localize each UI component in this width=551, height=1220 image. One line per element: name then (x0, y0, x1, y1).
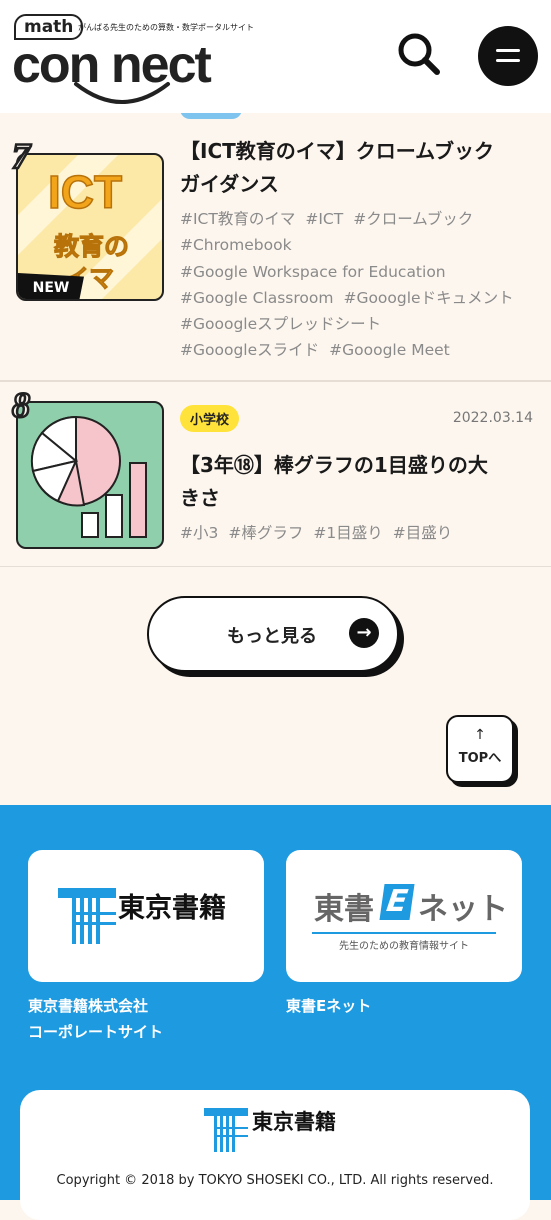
tag[interactable]: #Gooogleドキュメント (343, 289, 513, 307)
link-label-line: 東京書籍株式会社 (28, 997, 149, 1015)
title-line: きさ (180, 486, 220, 510)
article-title[interactable]: 【3年⑱】棒グラフの1目盛りの大 きさ (180, 449, 535, 515)
tag[interactable]: #Google Workspace for Education (180, 263, 446, 281)
tosho-enet-link[interactable]: 東書Eネット (286, 993, 371, 1019)
tag[interactable]: #目盛り (393, 524, 453, 542)
tag[interactable]: #Gooogleスライド (180, 341, 319, 359)
article-title[interactable]: 【ICT教育のイマ】クロームブック ガイダンス (180, 135, 535, 201)
site-header: math がんばる先生のための算数・数学ポータルサイト con nect (0, 0, 551, 113)
tokyo-shoseki-logo-icon (204, 1108, 248, 1152)
back-to-top-button[interactable]: ↑ TOPへ (446, 715, 514, 783)
tag[interactable]: #Gooogle Meet (329, 341, 450, 359)
arrow-up-icon: ↑ (474, 727, 486, 743)
more-button[interactable]: もっと見る → (147, 596, 399, 672)
rank-number: 8 (11, 384, 32, 427)
search-button[interactable] (395, 30, 443, 78)
enet-logo-text-b: ネット (418, 892, 508, 927)
thumb-text-kyoiku: 教育の (53, 232, 130, 262)
tag-list: #小3 #棒グラフ #1目盛り #目盛り (180, 520, 540, 546)
article-thumbnail (16, 401, 164, 549)
site-logo[interactable]: math がんばる先生のための算数・数学ポータルサイト con nect (12, 10, 262, 104)
menu-line-icon (496, 49, 520, 52)
tag-list: #ICT教育のイマ #ICT #クロームブック #Chromebook #Googl… (180, 206, 540, 364)
search-icon (398, 33, 440, 75)
enet-logo-e: E (379, 884, 415, 920)
article-item[interactable]: 8 小学校 2022.03.14 【3年⑱】棒グラフの1目盛りの大 きさ #小3… (0, 381, 551, 567)
tag[interactable]: #ICT教育のイマ (180, 210, 295, 228)
tag[interactable]: #Google Classroom (180, 289, 333, 307)
tokyo-shoseki-logo-text: 東京書籍 (118, 893, 226, 924)
title-line: ガイダンス (180, 172, 279, 196)
post-date: 2022.03.14 (452, 410, 533, 426)
copyright-card: 東京書籍 Copyright © 2018 by TOKYO SHOSEKI C… (20, 1090, 530, 1220)
grade-badge[interactable]: 小学校 (180, 405, 240, 432)
article-thumbnail: ICT 教育の イマ NEW (16, 153, 164, 301)
copyright-text: Copyright © 2018 by TOKYO SHOSEKI CO., L… (56, 1173, 494, 1188)
title-line: 【3年⑱】棒グラフの1目盛りの大 (180, 453, 488, 477)
tag[interactable]: #ICT (305, 210, 343, 228)
arrow-right-icon: → (349, 618, 379, 648)
bottom-logo-text: 東京書籍 (252, 1110, 336, 1134)
article-item[interactable]: ICT 教育の イマ NEW 7 【ICT教育のイマ】クロームブック ガイダンス… (0, 105, 551, 381)
enet-logo-subtitle: 先生のための教育情報サイト (312, 932, 496, 952)
menu-line-icon (496, 59, 520, 62)
rank-number: 7 (11, 135, 32, 178)
logo-tagline: がんばる先生のための算数・数学ポータルサイト (78, 23, 254, 32)
tag[interactable]: #クロームブック (353, 210, 473, 228)
menu-button[interactable] (478, 26, 538, 86)
thumb-text-ict: ICT (47, 165, 123, 219)
title-line: 【ICT教育のイマ】クロームブック (180, 139, 494, 163)
pie-bar-graph-illustration (30, 415, 147, 538)
enet-logo-text-a: 東書 (314, 892, 374, 927)
tokyo-shoseki-logo-icon (58, 888, 116, 944)
new-badge: NEW (18, 273, 84, 299)
back-to-top-label: TOPへ (458, 751, 502, 766)
tag[interactable]: #1目盛り (313, 524, 382, 542)
tag[interactable]: #Gooogleスプレッドシート (180, 315, 381, 333)
tokyo-shoseki-link[interactable]: 東京書籍株式会社 コーポレートサイト (28, 993, 163, 1045)
tag[interactable]: #小3 (180, 524, 218, 542)
tag[interactable]: #棒グラフ (228, 524, 303, 542)
link-label-line: コーポレートサイト (28, 1023, 164, 1041)
logo-smile-icon (74, 82, 170, 104)
tokyo-shoseki-card[interactable]: 東京書籍 (28, 850, 264, 982)
more-button-label: もっと見る (227, 626, 317, 647)
tosho-enet-card[interactable]: 東書 E ネット 先生のための教育情報サイト (286, 850, 522, 982)
tag[interactable]: #Chromebook (180, 236, 292, 254)
site-footer: 東京書籍 東京書籍株式会社 コーポレートサイト 東書 E ネット 先生のための教… (0, 805, 551, 1220)
